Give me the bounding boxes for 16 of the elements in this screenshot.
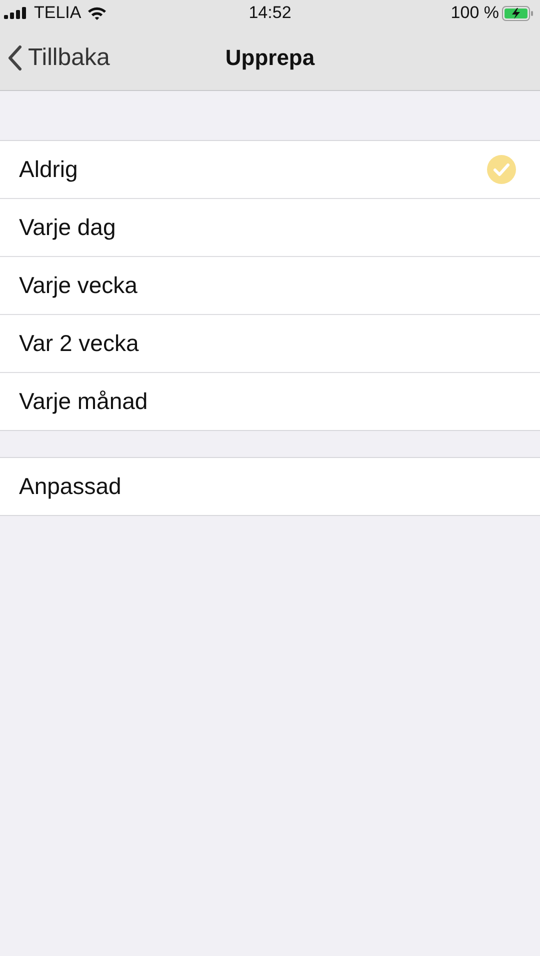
checkmark-icon (487, 155, 516, 184)
list-item[interactable]: Varje månad (0, 373, 540, 430)
list-item[interactable]: Aldrig (0, 141, 540, 199)
clock-time: 14:52 (248, 3, 292, 23)
wifi-icon (87, 6, 108, 20)
carrier-name: TELIA (34, 3, 82, 23)
list-item[interactable]: Varje dag (0, 199, 540, 257)
back-button[interactable]: Tillbaka (0, 44, 110, 72)
chevron-left-icon (8, 45, 22, 71)
list-item[interactable]: Varje vecka (0, 257, 540, 315)
screen-title: Upprepa (225, 45, 315, 71)
signal-icon (4, 7, 28, 19)
battery-percent: 100 % (450, 3, 499, 23)
list-item[interactable]: Var 2 vecka (0, 315, 540, 373)
list-item[interactable]: Anpassad (0, 458, 540, 515)
battery-charging-icon (502, 6, 534, 20)
